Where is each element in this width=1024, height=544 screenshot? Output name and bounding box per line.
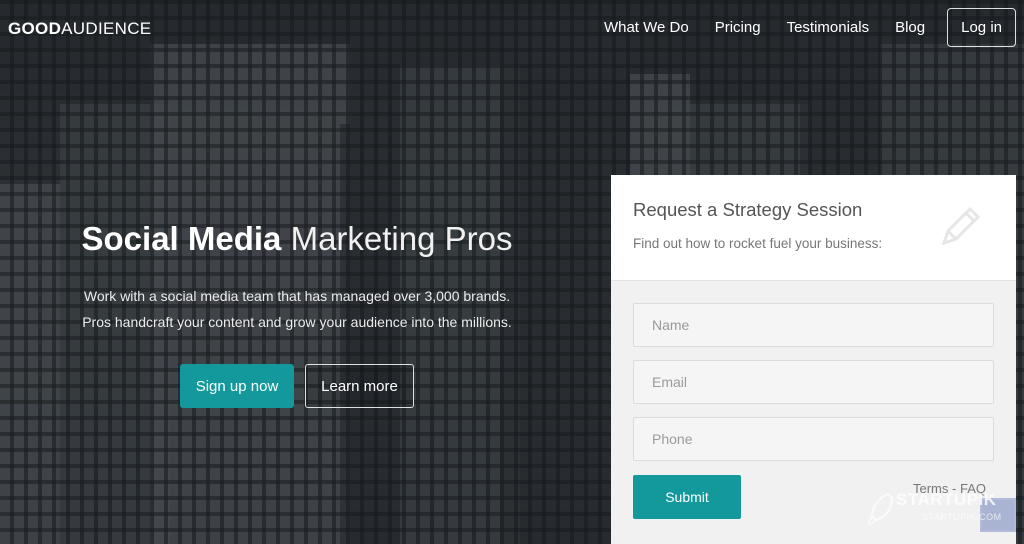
hero-title-light: Marketing Pros [290,220,513,257]
top-navigation: What We Do Pricing Testimonials Blog Log… [578,0,1024,54]
form-subtitle: Find out how to rocket fuel your busines… [633,236,883,251]
watermark: STARTUPIK STARTUPIK.COM [866,488,1016,532]
hero-subtitle-line1: Work with a social media team that has m… [83,288,511,304]
watermark-name: STARTUPIK [896,490,997,509]
form-title: Request a Strategy Session [633,199,863,220]
hero-subtitle-line2: Pros handcraft your content and grow you… [82,314,512,330]
hero-subtitle: Work with a social media team that has m… [0,283,594,335]
submit-button[interactable]: Submit [633,475,741,519]
form-header: Request a Strategy Session Find out how … [611,175,1016,281]
hero-title-bold: Social Media [81,220,282,257]
rocket-icon [867,492,894,526]
brand-logo-bold: GOOD [8,19,62,38]
nav-pricing[interactable]: Pricing [715,19,761,36]
nav-what-we-do[interactable]: What We Do [604,19,689,36]
nav-testimonials[interactable]: Testimonials [787,19,870,36]
login-button[interactable]: Log in [947,7,1016,47]
email-field[interactable] [633,360,994,404]
learn-more-button[interactable]: Learn more [305,364,414,408]
pencil-icon [941,206,981,246]
nav-blog[interactable]: Blog [895,19,925,36]
brand-logo-light: AUDIENCE [61,19,152,38]
signup-button[interactable]: Sign up now [180,364,294,408]
phone-field[interactable] [633,417,994,461]
name-field[interactable] [633,303,994,347]
hero-title: Social Media Marketing Pros [0,220,594,258]
watermark-url: STARTUPIK.COM [922,512,1002,522]
brand-logo[interactable]: GOODAUDIENCE [8,19,151,39]
